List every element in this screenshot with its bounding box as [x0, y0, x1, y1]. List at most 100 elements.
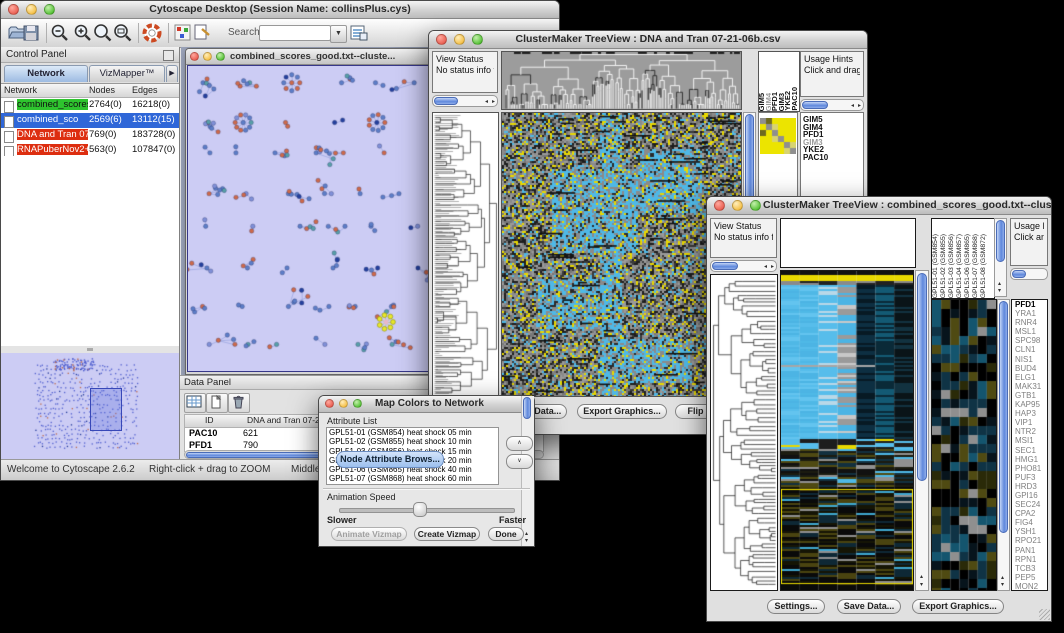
tv2-heatmap[interactable]: [780, 270, 914, 591]
move-up-button[interactable]: ∧: [506, 436, 533, 451]
network-table-row[interactable]: combined_sco 2569(6) 13112(15): [1, 113, 179, 128]
animate-vizmap-button[interactable]: Animate Vizmap: [331, 527, 407, 541]
gene-label[interactable]: ELG1: [1012, 373, 1047, 382]
annotation-button[interactable]: [191, 22, 215, 44]
overview-viewport-rect[interactable]: [90, 388, 122, 431]
gene-label[interactable]: SEC24: [1012, 500, 1047, 509]
network-name[interactable]: DNA and Tran 07: [17, 129, 88, 140]
scrollbar-thumb[interactable]: [999, 301, 1008, 533]
minimize-icon[interactable]: [203, 52, 212, 61]
condition-column-label[interactable]: GPL51-01 (GSM854): [932, 234, 940, 298]
gene-label[interactable]: GPI16: [1012, 491, 1047, 500]
tv2-hints-hscrollbar[interactable]: [1010, 268, 1048, 280]
scroll-down-icon[interactable]: ▾: [1001, 582, 1004, 588]
gene-label[interactable]: BUD4: [1012, 364, 1047, 373]
gene-label[interactable]: PFD1: [1012, 300, 1047, 309]
scrollbar-thumb[interactable]: [434, 97, 458, 105]
scroll-right-icon[interactable]: ▸: [858, 103, 861, 109]
gene-label[interactable]: TCB3: [1012, 564, 1047, 573]
float-panel-icon[interactable]: [163, 50, 174, 61]
tv1-hints-hscrollbar[interactable]: ◂ ▸: [800, 99, 864, 111]
scroll-up-icon[interactable]: ▴: [1001, 575, 1004, 581]
gene-label[interactable]: GTB1: [1012, 391, 1047, 400]
close-icon[interactable]: [325, 399, 334, 408]
gene-label[interactable]: SEC1: [1012, 446, 1047, 455]
tv1-titlebar[interactable]: ClusterMaker TreeView : DNA and Tran 07-…: [429, 31, 867, 49]
gene-label[interactable]: MSI1: [1012, 436, 1047, 445]
maximize-icon[interactable]: [472, 34, 483, 45]
scrollbar-thumb[interactable]: [917, 273, 927, 481]
gene-label[interactable]: NTR2: [1012, 427, 1047, 436]
tv2-labels-vscrollbar[interactable]: ▴ ▾: [994, 218, 1007, 297]
node-attribute-browser-tab[interactable]: Node Attribute Brows...: [336, 451, 444, 468]
gene-label[interactable]: FIG4: [1012, 518, 1047, 527]
minimize-icon[interactable]: [732, 200, 743, 211]
network-table-row[interactable]: combined_scores 2764(0) 16218(0): [1, 98, 179, 113]
create-vizmap-button[interactable]: Create Vizmap: [414, 527, 480, 541]
col-network[interactable]: Network: [4, 85, 37, 95]
gene-label[interactable]: PAN1: [1012, 546, 1047, 555]
array-column-label[interactable]: PAC10: [792, 87, 799, 111]
move-down-button[interactable]: ∨: [506, 454, 533, 469]
search-dropdown-button[interactable]: ▼: [330, 25, 347, 43]
resize-grip[interactable]: [1039, 609, 1050, 620]
network-canvas[interactable]: [187, 65, 435, 372]
search-config-button[interactable]: [348, 22, 372, 44]
tv1-zoom-matrix[interactable]: [760, 118, 796, 154]
gene-label[interactable]: SPC98: [1012, 336, 1047, 345]
gene-label[interactable]: MSL1: [1012, 327, 1047, 336]
close-icon[interactable]: [436, 34, 447, 45]
tv2-heatmap-vscrollbar[interactable]: ▴ ▾: [915, 270, 929, 591]
maximize-icon[interactable]: [216, 52, 225, 61]
gene-label[interactable]: CLN1: [1012, 345, 1047, 354]
tv2-titlebar[interactable]: ClusterMaker TreeView : combined_scores_…: [707, 197, 1051, 215]
frame1-titlebar[interactable]: combined_scores_good.txt--cluste...: [186, 49, 438, 65]
tv1-export-graphics-button[interactable]: Export Graphics...: [577, 404, 667, 419]
tv2-column-dendrogram-area[interactable]: [780, 218, 916, 268]
network-name[interactable]: RNAPuberNov2+: [17, 144, 88, 155]
tv2-status-hscrollbar[interactable]: ◂ ▸: [710, 260, 777, 272]
scroll-down-icon[interactable]: ▾: [998, 288, 1001, 294]
tab-network[interactable]: Network: [4, 65, 88, 82]
scroll-down-icon[interactable]: ▾: [525, 538, 528, 544]
tab-overflow-arrow[interactable]: ▶: [166, 65, 178, 82]
col-edges[interactable]: Edges: [132, 85, 158, 95]
col-nodes[interactable]: Nodes: [89, 85, 115, 95]
tv2-settings-button[interactable]: Settings...: [767, 599, 825, 614]
scroll-right-icon[interactable]: ▸: [771, 264, 774, 270]
gene-label[interactable]: PUF3: [1012, 473, 1047, 482]
scroll-left-icon[interactable]: ◂: [851, 103, 854, 109]
col-id[interactable]: ID: [205, 415, 214, 425]
dialog-titlebar[interactable]: Map Colors to Network: [319, 396, 534, 413]
scroll-up-icon[interactable]: ▴: [998, 281, 1001, 287]
condition-column-label[interactable]: GPL51-03 (GSM856): [948, 234, 956, 298]
gene-label[interactable]: YRA1: [1012, 309, 1047, 318]
condition-column-label[interactable]: GPL51-06 (GSM865): [964, 234, 972, 298]
tab-vizmapper[interactable]: VizMapper™: [89, 65, 165, 82]
delete-attribute-trash-icon[interactable]: [228, 393, 250, 413]
gene-label[interactable]: RPN1: [1012, 555, 1047, 564]
condition-column-label[interactable]: GPL51-08 (GSM872): [980, 234, 988, 298]
gene-label[interactable]: PHO81: [1012, 464, 1047, 473]
scrollbar-thumb[interactable]: [996, 220, 1005, 262]
condition-column-label[interactable]: GPL51-04 (GSM857): [956, 234, 964, 298]
condition-column-label[interactable]: GPL51-07 (GSM868): [972, 234, 980, 298]
save-session-button[interactable]: [20, 22, 44, 44]
close-icon[interactable]: [8, 4, 19, 15]
scroll-down-icon[interactable]: ▾: [920, 582, 923, 588]
network-name[interactable]: combined_scores: [17, 99, 88, 110]
tv2-row-dendrogram[interactable]: [710, 274, 778, 591]
gene-label[interactable]: RNR4: [1012, 318, 1047, 327]
scroll-left-icon[interactable]: ◂: [764, 264, 767, 270]
scroll-up-icon[interactable]: ▴: [525, 531, 528, 537]
tv2-save-data-button[interactable]: Save Data...: [837, 599, 901, 614]
network-table-row[interactable]: DNA and Tran 07 769(0) 183728(0): [1, 128, 179, 143]
scrollbar-thumb[interactable]: [523, 397, 531, 419]
gene-label[interactable]: CPA2: [1012, 509, 1047, 518]
gene-label[interactable]: PAC10: [801, 154, 863, 162]
tv2-zoom-heatmap[interactable]: [931, 299, 997, 591]
scroll-right-icon[interactable]: ▸: [492, 99, 495, 105]
scrollbar-thumb[interactable]: [745, 114, 754, 202]
maximize-icon[interactable]: [44, 4, 55, 15]
search-input[interactable]: [259, 25, 331, 41]
